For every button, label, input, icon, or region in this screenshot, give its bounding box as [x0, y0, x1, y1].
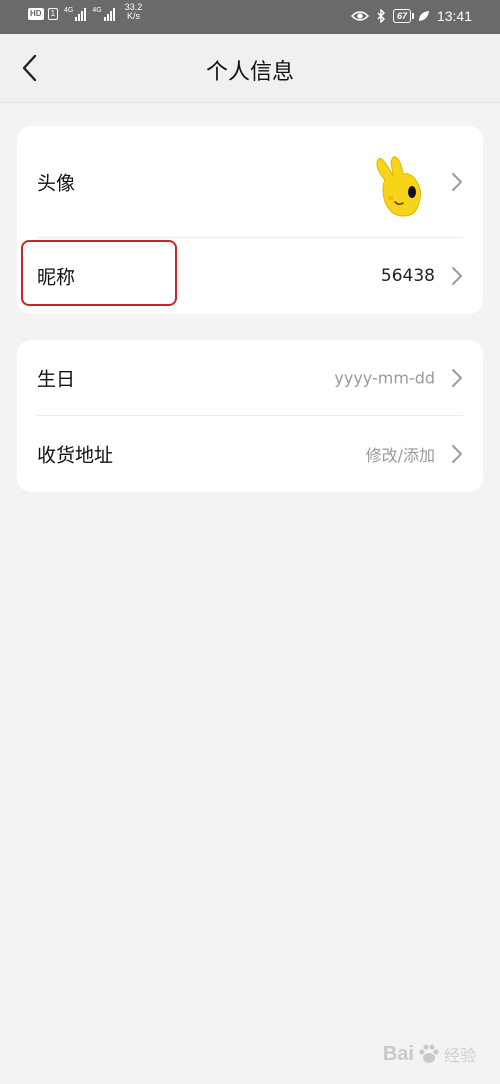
baidu-watermark: Bai 经验 [383, 1042, 476, 1066]
net-speed: 33.2 K/s [125, 3, 143, 21]
status-time: 13:41 [436, 8, 472, 24]
chevron-right-icon [452, 267, 462, 285]
hd-badge: HD [28, 8, 44, 20]
avatar-row[interactable]: 头像 [17, 126, 483, 238]
status-right: 67 13:41 [350, 8, 472, 24]
watermark-brand: Bai [382, 1042, 414, 1065]
paw-icon [419, 1044, 439, 1063]
network-tag-1: 4G [64, 7, 74, 14]
signal-icon-1: 4G [64, 7, 87, 21]
chevron-right-icon [452, 369, 462, 387]
eye-icon [350, 11, 369, 21]
birthday-label: 生日 [37, 368, 76, 391]
address-row[interactable]: 收货地址 修改/添加 [17, 416, 483, 492]
status-left: HD 1 4G 4G 33.2 K/s [28, 3, 142, 21]
avatar-label: 头像 [37, 172, 76, 195]
birthday-row[interactable]: 生日 yyyy-mm-dd [17, 340, 483, 416]
bluetooth-icon [377, 9, 385, 23]
birthday-value: yyyy-mm-dd [334, 368, 435, 388]
network-tag-2: 4G [92, 7, 102, 14]
watermark-tail: 经验 [443, 1048, 476, 1065]
page-title: 个人信息 [205, 60, 294, 85]
nickname-value: 56438 [380, 266, 435, 286]
chevron-right-icon [452, 445, 462, 463]
status-bar: HD 1 4G 4G 33.2 K/s 67 13:41 [0, 0, 500, 34]
sim-badge: 1 [47, 8, 59, 20]
details-card: 生日 yyyy-mm-dd 收货地址 修改/添加 [17, 340, 483, 492]
leaf-icon [418, 11, 429, 21]
address-action: 修改/添加 [365, 446, 435, 465]
battery-icon: 67 [392, 9, 414, 23]
address-label: 收货地址 [37, 444, 114, 467]
nickname-highlight-box [21, 240, 177, 306]
chevron-right-icon [452, 173, 462, 191]
net-speed-unit: K/s [126, 11, 140, 21]
avatar[interactable] [371, 154, 431, 220]
nav-bar: 个人信息 [0, 34, 500, 103]
signal-icon-2: 4G [92, 7, 115, 21]
